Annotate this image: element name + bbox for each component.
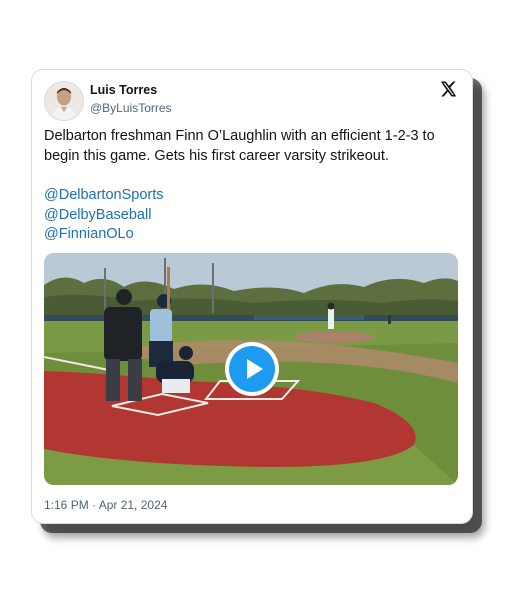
tweet-timestamp[interactable]: 1:16 PM · Apr 21, 2024 — [44, 498, 167, 512]
mention-link[interactable]: @DelbartonSports — [44, 186, 164, 206]
mention-link[interactable]: @DelbyBaseball — [44, 206, 164, 226]
mention-list: @DelbartonSports @DelbyBaseball @Finnian… — [44, 186, 164, 245]
avatar[interactable] — [44, 81, 84, 121]
x-logo-icon[interactable] — [439, 80, 457, 98]
mention-link[interactable]: @FinnianOLo — [44, 225, 164, 245]
play-icon — [229, 346, 275, 392]
tweet-text: Delbarton freshman Finn O’Laughlin with … — [44, 128, 435, 164]
video-thumbnail[interactable] — [44, 253, 458, 485]
play-button[interactable] — [225, 342, 279, 396]
author-handle[interactable]: @ByLuisTorres — [90, 101, 172, 115]
author-name[interactable]: Luis Torres — [90, 83, 157, 97]
tweet-card[interactable]: Luis Torres @ByLuisTorres Delbarton fres… — [31, 69, 473, 524]
